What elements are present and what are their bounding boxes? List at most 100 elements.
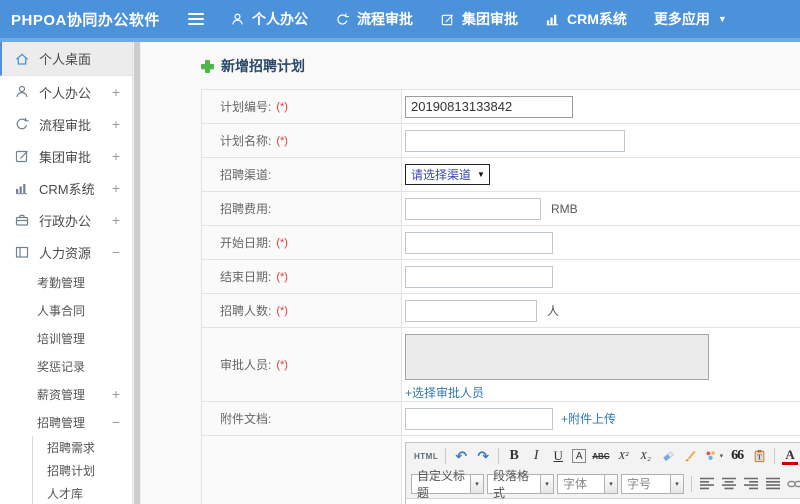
sidebar-item-salary[interactable]: 薪资管理 + — [0, 380, 132, 408]
sidebar-item-personal-office[interactable]: 个人办公 + — [0, 76, 132, 108]
attachment-input[interactable] — [405, 407, 553, 430]
font-style-button[interactable]: A — [572, 449, 587, 463]
chart-icon — [546, 14, 559, 25]
font-color-button[interactable]: A — [782, 447, 799, 465]
sidebar-scrollbar[interactable] — [133, 42, 141, 504]
align-justify-button[interactable] — [765, 475, 781, 493]
sidebar-item-hr-contract[interactable]: 人事合同 — [0, 296, 132, 324]
topnav-crm[interactable]: CRM系统 — [545, 9, 627, 29]
eraser-button[interactable] — [660, 447, 676, 465]
home-icon — [16, 53, 28, 65]
subscript-button[interactable]: X₂ — [638, 447, 654, 465]
sidebar-item-desktop[interactable]: 个人桌面 — [0, 42, 132, 76]
form-row-channel: 招聘渠道: 请选择渠道 ▼ — [202, 158, 800, 192]
scrollbar-thumb[interactable] — [134, 42, 140, 504]
hamburger-menu-icon[interactable] — [188, 13, 204, 25]
collapse-icon[interactable]: − — [112, 244, 120, 260]
paragraph-format-dropdown[interactable]: 段落格式 ▾ — [487, 469, 554, 500]
undo-button[interactable]: ↶ — [453, 447, 469, 465]
expand-icon[interactable]: + — [112, 180, 120, 196]
form-row-editor: HTML ↶ ↷ B I U A ABC X² X₂ ▾ 66 T A 自定义标… — [202, 436, 800, 504]
sidebar-item-training[interactable]: 培训管理 — [0, 324, 132, 352]
align-left-button[interactable] — [699, 475, 715, 493]
headcount-input[interactable] — [405, 299, 537, 322]
expand-icon[interactable]: + — [112, 386, 120, 402]
sidebar-item-attendance[interactable]: 考勤管理 — [0, 268, 132, 296]
expand-icon[interactable]: + — [112, 212, 120, 228]
app-logo: PHPOA协同办公软件 — [11, 11, 160, 29]
sidebar-item-admin-office[interactable]: 行政办公 + — [0, 204, 132, 236]
recruit-plan-form: 计划编号:(*) 计划名称:(*) 招聘渠道: 请选择渠道 ▼ 招聘费用: RM… — [201, 89, 800, 504]
recruit-subtree: 招聘需求 招聘计划 人才库 — [32, 436, 132, 504]
form-row-plan-name: 计划名称: (*) — [202, 124, 800, 158]
custom-heading-dropdown[interactable]: 自定义标题 ▾ — [411, 469, 484, 500]
sidebar: 个人桌面 个人办公 + 流程审批 + 集团审批 + CRM系统 + 行政办公 + — [0, 42, 133, 504]
caret-down-icon[interactable]: ▾ — [541, 473, 554, 494]
expand-icon[interactable]: + — [112, 84, 120, 100]
strikethrough-button[interactable]: ABC — [592, 447, 609, 465]
topnav-process-approval[interactable]: 流程审批 — [335, 9, 413, 29]
sidebar-item-rewards[interactable]: 奖惩记录 — [0, 352, 132, 380]
blockquote-button[interactable]: 66 — [729, 447, 745, 465]
channel-select[interactable]: 请选择渠道 ▼ — [405, 164, 490, 185]
expand-icon[interactable]: + — [112, 116, 120, 132]
flow-icon — [337, 13, 349, 24]
collapse-icon[interactable]: − — [112, 414, 120, 430]
html-source-button[interactable]: HTML — [414, 447, 438, 465]
sidebar-item-process-approval[interactable]: 流程审批 + — [0, 108, 132, 140]
italic-button[interactable]: I — [528, 447, 544, 465]
plan-number-input[interactable] — [405, 95, 573, 118]
superscript-button[interactable]: X² — [616, 447, 632, 465]
align-center-button[interactable] — [721, 475, 737, 493]
underline-button[interactable]: U — [550, 447, 566, 465]
select-approver-link[interactable]: +选择审批人员 — [405, 384, 484, 401]
form-row-end-date: 结束日期: (*) — [202, 260, 800, 294]
approver-textarea[interactable] — [405, 334, 709, 380]
align-right-button[interactable] — [743, 475, 759, 493]
sidebar-item-recruit-demand[interactable]: 招聘需求 — [33, 436, 132, 459]
person-icon — [232, 13, 243, 25]
sidebar-item-recruit-mgmt[interactable]: 招聘管理 − — [0, 408, 132, 436]
insert-link-button[interactable] — [787, 475, 800, 493]
fee-unit: RMB — [551, 201, 578, 216]
sidebar-item-group-approval[interactable]: 集团审批 + — [0, 140, 132, 172]
bold-button[interactable]: B — [506, 447, 522, 465]
page-title: 新增招聘计划 — [201, 56, 800, 76]
sidebar-item-talent-pool[interactable]: 人才库 — [33, 482, 132, 504]
sidebar-item-recruit-plan[interactable]: 招聘计划 — [33, 459, 132, 482]
format-painter-button[interactable] — [682, 447, 698, 465]
sidebar-item-crm[interactable]: CRM系统 + — [0, 172, 132, 204]
align-center-icon — [722, 477, 736, 490]
edit-icon — [15, 150, 28, 163]
editor-toolbar-row2: 自定义标题 ▾ 段落格式 ▾ 字体 ▾ 字号 ▾ — [406, 469, 800, 500]
chart-icon — [16, 184, 27, 195]
font-size-dropdown[interactable]: 字号 ▾ — [621, 473, 684, 494]
form-row-attachment: 附件文档: +附件上传 — [202, 402, 800, 436]
end-date-input[interactable] — [405, 265, 553, 288]
paste-text-button[interactable]: T — [751, 447, 767, 465]
caret-down-icon[interactable]: ▾ — [471, 473, 484, 494]
expand-icon[interactable]: + — [112, 148, 120, 164]
topnav-group-approval[interactable]: 集团审批 — [440, 9, 518, 29]
sidebar-item-hr[interactable]: 人力资源 − — [0, 236, 132, 268]
form-row-fee: 招聘费用: RMB — [202, 192, 800, 226]
caret-down-icon[interactable]: ▾ — [605, 473, 618, 494]
caret-down-icon: ▼ — [717, 14, 727, 24]
caret-down-icon: ▼ — [477, 170, 485, 179]
topnav-more-apps[interactable]: 更多应用 ▼ — [654, 9, 727, 29]
form-row-approver: 审批人员: (*) +选择审批人员 — [202, 328, 800, 402]
headcount-unit: 人 — [547, 304, 560, 318]
caret-down-icon[interactable]: ▾ — [671, 473, 684, 494]
redo-button[interactable]: ↷ — [475, 447, 491, 465]
fee-input[interactable] — [405, 197, 541, 220]
color-palette-button[interactable]: ▾ — [704, 447, 723, 465]
font-family-dropdown[interactable]: 字体 ▾ — [557, 473, 618, 494]
start-date-input[interactable] — [405, 231, 553, 254]
upload-attachment-link[interactable]: +附件上传 — [561, 410, 616, 427]
person-icon — [16, 85, 28, 98]
form-row-plan-number: 计划编号: (*) — [202, 90, 800, 124]
plan-name-input[interactable] — [405, 129, 625, 152]
align-justify-icon — [766, 477, 780, 490]
topnav-personal-office[interactable]: 个人办公 — [230, 9, 308, 29]
brush-icon — [684, 450, 696, 462]
